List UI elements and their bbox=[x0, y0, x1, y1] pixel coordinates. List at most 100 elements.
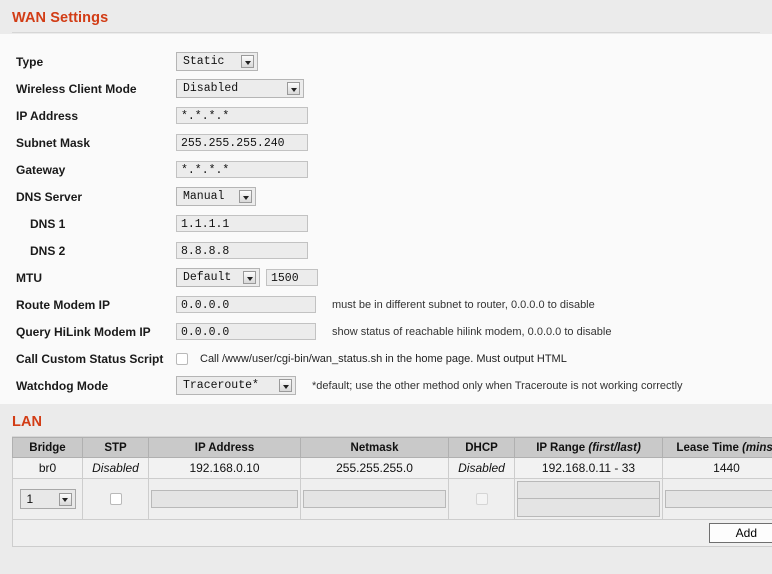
field-type: Static bbox=[176, 52, 258, 71]
col-header-dhcp-label: DHCP bbox=[465, 441, 498, 454]
call-custom-status-script-checkbox[interactable] bbox=[176, 352, 188, 365]
cell-netmask-input bbox=[300, 478, 449, 520]
cell-ip-address-input bbox=[148, 478, 301, 520]
new-netmask-input[interactable] bbox=[303, 490, 446, 508]
field-subnet-mask: 255.255.255.240 bbox=[176, 134, 308, 151]
wireless-client-mode-select[interactable]: Disabled bbox=[176, 79, 304, 98]
new-lease-time-input[interactable] bbox=[665, 490, 772, 508]
col-header-bridge-label: Bridge bbox=[29, 441, 66, 454]
cell-ip-address: 192.168.0.10 bbox=[148, 457, 301, 479]
form-row-gateway: Gateway *.*.*.* bbox=[0, 156, 772, 183]
col-header-netmask: Netmask bbox=[300, 437, 449, 458]
field-wireless-client-mode: Disabled bbox=[176, 79, 304, 98]
ip-range-stack bbox=[517, 481, 660, 517]
label-query-hilink-modem-ip: Query HiLink Modem IP bbox=[16, 324, 151, 339]
mtu-mode-value: Default bbox=[183, 271, 232, 284]
wan-section-header: WAN Settings bbox=[0, 0, 772, 33]
col-header-stp-label: STP bbox=[104, 441, 127, 454]
dns-server-select[interactable]: Manual bbox=[176, 187, 256, 206]
cell-dhcp: Disabled bbox=[448, 457, 515, 479]
lan-table-footer-row: Add bbox=[12, 519, 772, 547]
mtu-mode-select[interactable]: Default bbox=[176, 268, 260, 287]
watchdog-mode-hint: *default; use the other method only when… bbox=[312, 379, 683, 392]
bridge-select-value: 1 bbox=[26, 491, 34, 506]
form-row-dns2: DNS 2 8.8.8.8 bbox=[0, 237, 772, 264]
chevron-down-icon bbox=[241, 55, 254, 68]
cell-netmask: 255.255.255.0 bbox=[300, 457, 449, 479]
form-row-type: Type Static bbox=[0, 48, 772, 75]
col-header-netmask-label: Netmask bbox=[350, 441, 399, 454]
dns-server-value: Manual bbox=[183, 190, 225, 203]
mtu-size-input[interactable]: 1500 bbox=[266, 269, 318, 286]
lan-section-header: LAN bbox=[0, 404, 772, 437]
watchdog-mode-select[interactable]: Traceroute* bbox=[176, 376, 296, 395]
col-header-ip-range-note: (first/last) bbox=[588, 441, 641, 454]
type-select-value: Static bbox=[183, 55, 225, 68]
field-ip-address: *.*.*.* bbox=[176, 107, 308, 124]
dns1-input[interactable]: 1.1.1.1 bbox=[176, 215, 308, 232]
gateway-input[interactable]: *.*.*.* bbox=[176, 161, 308, 178]
cell-lease-time-input bbox=[662, 478, 772, 520]
subnet-mask-input[interactable]: 255.255.255.240 bbox=[176, 134, 308, 151]
bridge-select-wrap: 1 bbox=[15, 489, 80, 509]
stp-checkbox-wrap bbox=[85, 493, 146, 505]
field-watchdog-mode: Traceroute* *default; use the other meth… bbox=[176, 376, 683, 395]
add-button[interactable]: Add bbox=[708, 523, 772, 543]
label-ip-address: IP Address bbox=[16, 108, 79, 123]
field-dns2: 8.8.8.8 bbox=[176, 242, 308, 259]
label-type: Type bbox=[16, 54, 44, 69]
query-hilink-modem-ip-input[interactable]: 0.0.0.0 bbox=[176, 323, 316, 340]
route-modem-ip-input[interactable]: 0.0.0.0 bbox=[176, 296, 316, 313]
table-row: br0 Disabled 192.168.0.10 255.255.255.0 … bbox=[12, 457, 772, 479]
col-header-ip-address: IP Address bbox=[148, 437, 301, 458]
route-modem-ip-hint: must be in different subnet to router, 0… bbox=[332, 298, 595, 311]
cell-lease-time: 1440 bbox=[662, 457, 772, 479]
col-header-ip-range: IP Range (first/last) bbox=[514, 437, 663, 458]
bridge-select[interactable]: 1 bbox=[19, 489, 76, 509]
cell-ip-range: 192.168.0.11 - 33 bbox=[514, 457, 663, 479]
label-mtu: MTU bbox=[16, 270, 42, 285]
type-select[interactable]: Static bbox=[176, 52, 258, 71]
wan-section-title: WAN Settings bbox=[12, 10, 109, 26]
col-header-stp: STP bbox=[82, 437, 149, 458]
col-header-lease-time-note: (mins) bbox=[742, 441, 772, 454]
router-admin-page: WAN Settings Type Static Wireless Client… bbox=[0, 0, 772, 574]
new-ip-range-first-input[interactable] bbox=[517, 481, 660, 499]
chevron-down-icon bbox=[58, 492, 72, 506]
dhcp-checkbox[interactable] bbox=[475, 493, 488, 505]
lan-table-header-row: Bridge STP IP Address Netmask DHCP IP Ra… bbox=[12, 437, 772, 458]
form-row-subnet-mask: Subnet Mask 255.255.255.240 bbox=[0, 129, 772, 156]
form-row-dns-server: DNS Server Manual bbox=[0, 183, 772, 210]
form-row-dns1: DNS 1 1.1.1.1 bbox=[0, 210, 772, 237]
label-dns-server: DNS Server bbox=[16, 189, 83, 204]
call-custom-status-script-checkbox-label: Call /www/user/cgi-bin/wan_status.sh in … bbox=[200, 352, 567, 365]
cell-dhcp-checkbox bbox=[448, 478, 515, 520]
lan-section-title: LAN bbox=[12, 414, 43, 430]
query-hilink-modem-ip-hint: show status of reachable hilink modem, 0… bbox=[332, 325, 612, 338]
form-row-wireless-client-mode: Wireless Client Mode Disabled bbox=[0, 75, 772, 102]
cell-stp-checkbox bbox=[82, 478, 149, 520]
col-header-dhcp: DHCP bbox=[448, 437, 515, 458]
field-call-custom-status-script: Call /www/user/cgi-bin/wan_status.sh in … bbox=[176, 352, 567, 365]
field-mtu: Default 1500 bbox=[176, 268, 318, 287]
new-ip-address-input[interactable] bbox=[151, 490, 298, 508]
label-dns1: DNS 1 bbox=[30, 216, 66, 231]
label-watchdog-mode: Watchdog Mode bbox=[16, 378, 109, 393]
cell-add-button: Add bbox=[12, 519, 772, 547]
form-row-call-custom-status-script: Call Custom Status Script Call /www/user… bbox=[0, 345, 772, 372]
cell-ip-range-inputs bbox=[514, 478, 663, 520]
col-header-lease-time: Lease Time (mins) bbox=[662, 437, 772, 458]
form-row-watchdog-mode: Watchdog Mode Traceroute* *default; use … bbox=[0, 372, 772, 399]
dns2-input[interactable]: 8.8.8.8 bbox=[176, 242, 308, 259]
label-dns2: DNS 2 bbox=[30, 243, 66, 258]
new-ip-range-last-input[interactable] bbox=[517, 499, 660, 517]
field-dns1: 1.1.1.1 bbox=[176, 215, 308, 232]
ip-address-input[interactable]: *.*.*.* bbox=[176, 107, 308, 124]
dhcp-checkbox-wrap bbox=[451, 493, 512, 505]
cell-bridge-select: 1 bbox=[12, 478, 83, 520]
col-header-lease-time-label: Lease Time bbox=[676, 441, 743, 454]
form-row-route-modem-ip: Route Modem IP 0.0.0.0 must be in differ… bbox=[0, 291, 772, 318]
lan-table: Bridge STP IP Address Netmask DHCP IP Ra… bbox=[12, 437, 772, 547]
lan-add-row: 1 bbox=[12, 478, 772, 520]
stp-checkbox[interactable] bbox=[109, 493, 122, 505]
